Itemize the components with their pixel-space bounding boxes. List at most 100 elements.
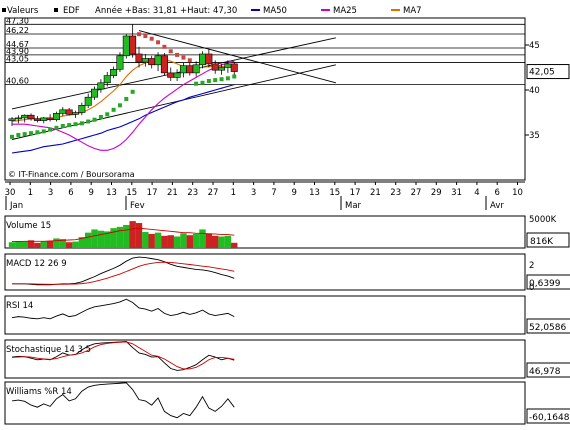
sar-dot xyxy=(213,78,218,83)
price-level-label: 40,60 xyxy=(6,77,29,86)
stochastic-panel-title: Stochastique 14 3 5 xyxy=(6,345,91,355)
candle-body xyxy=(59,109,67,114)
candle-body xyxy=(84,96,92,106)
price-axis-label: 45 xyxy=(529,41,540,51)
candle-body xyxy=(129,35,137,55)
symbol-marker xyxy=(54,8,58,12)
volume-bar xyxy=(123,224,130,248)
chart-root: Valeurs EDF Année +Bas: 31,81 +Haut: 47,30… xyxy=(0,0,570,430)
symbol-label: EDF xyxy=(63,6,80,16)
volume-bar xyxy=(135,223,143,248)
volume-bar xyxy=(72,241,79,248)
macd-panel-frame xyxy=(4,253,526,291)
x-axis-label: 23 xyxy=(390,188,401,198)
williams-panel-title: Williams %R 14 xyxy=(6,387,72,397)
x-axis-label: 29 xyxy=(431,188,442,198)
sar-dot xyxy=(41,129,46,134)
sar-dot xyxy=(232,74,237,79)
volume-bar xyxy=(173,236,181,248)
price-axis-label: 40 xyxy=(529,86,540,96)
x-axis-label: 3 xyxy=(48,188,53,198)
price-level-label: 43,05 xyxy=(6,55,29,64)
x-axis-label: 27 xyxy=(411,188,422,198)
section-marker xyxy=(2,8,6,12)
price-axis-label: 35 xyxy=(529,131,540,141)
candle-body xyxy=(154,55,162,66)
x-axis-label: 4 xyxy=(474,188,479,198)
x-axis-label: 21 xyxy=(167,188,178,198)
candle-body xyxy=(230,63,238,72)
sar-dot xyxy=(29,131,34,136)
candle-body xyxy=(72,112,80,115)
candle-body xyxy=(205,53,213,65)
volume-bar xyxy=(212,235,219,248)
x-axis-label: 7 xyxy=(271,188,276,198)
volume-last-value: 816K xyxy=(530,237,554,247)
volume-bar xyxy=(148,233,155,248)
candle-body xyxy=(167,72,175,78)
sar-dot xyxy=(162,44,167,49)
volume-bar xyxy=(129,221,136,248)
sar-dot xyxy=(117,103,122,108)
volume-bar xyxy=(85,232,92,248)
x-axis-label: 6 xyxy=(494,188,499,198)
sar-dot xyxy=(22,132,27,137)
stochastic-panel-last-value: 46,978 xyxy=(529,367,561,377)
candle-body xyxy=(192,64,200,74)
volume-bar xyxy=(46,240,54,248)
last-price-value: 42,05 xyxy=(529,68,555,78)
x-axis-label: 1 xyxy=(231,188,236,198)
volume-bar xyxy=(199,229,206,248)
sar-dot xyxy=(130,89,135,94)
macd-panel-title: MACD 12 26 9 xyxy=(6,259,67,269)
x-axis-label: 13 xyxy=(106,188,117,198)
sar-dot xyxy=(206,79,211,83)
sar-dot xyxy=(54,125,59,130)
rsi-panel-title: RSI 14 xyxy=(6,301,33,311)
sar-dot xyxy=(219,77,224,82)
volume-bar xyxy=(180,233,187,248)
x-month-label: Avr xyxy=(490,201,504,211)
sar-dot xyxy=(98,115,103,119)
volume-bar xyxy=(218,236,225,248)
volume-bar xyxy=(21,241,28,248)
sar-dot xyxy=(124,97,129,101)
sar-dot xyxy=(79,121,84,126)
x-axis-label: 23 xyxy=(187,188,198,198)
candle-body xyxy=(14,117,22,120)
candle-body xyxy=(173,72,181,78)
x-month-label: Jan xyxy=(9,201,23,211)
x-axis-label: 17 xyxy=(147,188,158,198)
candle-body xyxy=(110,69,118,76)
sar-dot xyxy=(48,127,53,132)
x-month-label: Fev xyxy=(130,201,145,211)
sar-dot xyxy=(73,122,78,127)
candle-body xyxy=(218,67,226,71)
legend-label-ma50: MA50 xyxy=(263,6,287,16)
sar-dot xyxy=(187,58,192,63)
sar-dot xyxy=(86,119,91,124)
macd-axis-label: 2 xyxy=(529,261,534,271)
sar-dot xyxy=(181,55,186,60)
x-axis-label: 6 xyxy=(68,188,73,198)
volume-bar xyxy=(142,232,149,248)
candle-body xyxy=(199,53,207,66)
x-axis-label: 13 xyxy=(309,188,320,198)
volume-bar xyxy=(154,232,162,248)
candle-body xyxy=(40,117,48,121)
volume-bar xyxy=(8,242,16,248)
rsi-panel-frame xyxy=(4,295,526,335)
candle-body xyxy=(148,58,156,66)
sar-dot xyxy=(200,80,205,85)
candle-body xyxy=(179,65,187,74)
legend-label-ma7: MA7 xyxy=(403,6,422,16)
sar-dot xyxy=(149,36,154,41)
candle-body xyxy=(103,75,111,84)
candle-body xyxy=(46,117,54,121)
x-axis-label: 27 xyxy=(208,188,219,198)
chart-canvas: Valeurs EDF Année +Bas: 31,81 +Haut: 47,30… xyxy=(2,5,570,425)
candle-body xyxy=(27,114,35,120)
volume-bar xyxy=(91,229,98,248)
volume-bar xyxy=(34,242,41,248)
candle-body xyxy=(160,55,168,74)
